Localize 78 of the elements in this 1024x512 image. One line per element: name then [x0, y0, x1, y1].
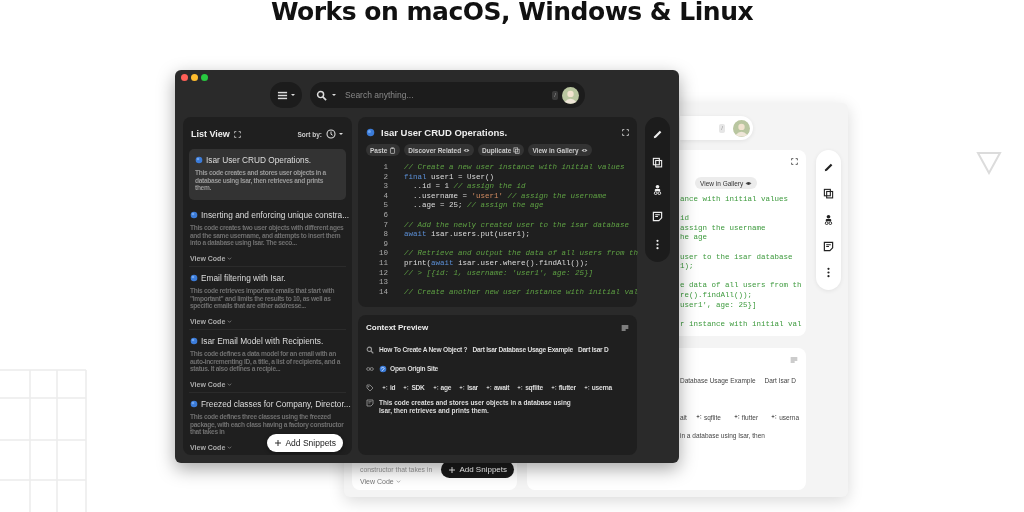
panel-title: List View [191, 129, 230, 139]
clipboard-icon [389, 146, 397, 154]
search-icon [366, 345, 374, 354]
page-heading: Works on macOS, Windows & Linux [269, 0, 755, 24]
menu-icon [621, 323, 629, 332]
sparkle-icon [550, 384, 557, 391]
snippet-icon [366, 127, 375, 137]
note-button[interactable] [823, 240, 834, 252]
person-icon [823, 214, 834, 226]
plus-icon [448, 465, 457, 474]
copy-button[interactable] [652, 156, 663, 168]
menu-icon [790, 356, 798, 364]
eye-icon [463, 146, 471, 154]
chevron-icon [227, 381, 233, 387]
person-button[interactable] [823, 214, 834, 226]
snippet-title: Isar User CRUD Operations. [206, 155, 312, 165]
maximize-button[interactable] [201, 74, 208, 81]
caret-icon [338, 131, 344, 137]
snippet-icon [190, 337, 198, 345]
sparkle-icon [517, 384, 524, 391]
edit-icon [823, 161, 834, 173]
sparkle-icon [583, 384, 590, 391]
view-mode-button[interactable] [270, 82, 302, 108]
chevron-icon [227, 255, 233, 261]
sparkle-icon [382, 384, 388, 391]
copy-icon [513, 146, 521, 154]
avatar-icon [733, 119, 750, 137]
sparkle-icon [733, 414, 740, 420]
avatar-icon [562, 86, 579, 104]
chevron-icon [227, 318, 233, 324]
chevron-icon [395, 479, 401, 484]
caret-icon [331, 92, 337, 98]
snippet-icon [190, 274, 198, 282]
card-title: Context Preview [366, 323, 430, 332]
sparkle-icon [485, 384, 492, 391]
snippet-title: Inserting and enforcing unique constra... [201, 210, 350, 220]
chevron-icon [227, 444, 233, 450]
edit-button[interactable] [823, 161, 834, 173]
minimize-button[interactable] [191, 74, 198, 81]
snippet-title: Email filtering with Isar. [201, 273, 286, 283]
copy-icon [652, 156, 663, 168]
search-field[interactable]: Search anything... [341, 90, 549, 100]
snippet-icon [195, 156, 203, 164]
sparkle-icon [403, 384, 410, 391]
edit-icon [652, 129, 663, 141]
note-icon [366, 399, 374, 407]
sparkle-icon [459, 384, 466, 391]
search-icon [316, 89, 327, 101]
eye-icon [580, 146, 588, 154]
note-icon [652, 211, 663, 223]
copy-button[interactable] [823, 188, 834, 200]
snippet-icon [190, 211, 198, 219]
list-icon [276, 89, 288, 101]
copy-icon [823, 188, 834, 200]
expand-icon [233, 130, 241, 138]
expand-icon [791, 158, 798, 165]
tag-icon [366, 383, 374, 392]
clock-icon [326, 129, 336, 139]
expand-icon [622, 128, 629, 136]
close-button[interactable] [181, 74, 188, 81]
eye-icon [745, 179, 753, 187]
sort-button[interactable] [326, 129, 344, 139]
person-button[interactable] [652, 183, 663, 195]
sparkle-icon [432, 384, 439, 391]
caret-icon [289, 92, 296, 98]
sparkle-icon [771, 414, 778, 420]
snippet-icon [190, 400, 198, 408]
snippet-title: Isar Email Model with Recipients. [201, 336, 324, 346]
edit-button[interactable] [652, 129, 663, 141]
note-icon [823, 240, 834, 252]
link-icon [366, 364, 374, 373]
add-snippets-button[interactable]: Add Snippets [267, 434, 343, 452]
sparkle-icon [695, 414, 702, 420]
triangle-icon [976, 151, 1002, 175]
snippet-title: Isar User CRUD Operations. [381, 126, 509, 138]
person-icon [652, 183, 663, 195]
globe-icon [379, 364, 387, 373]
plus-icon [274, 439, 283, 447]
